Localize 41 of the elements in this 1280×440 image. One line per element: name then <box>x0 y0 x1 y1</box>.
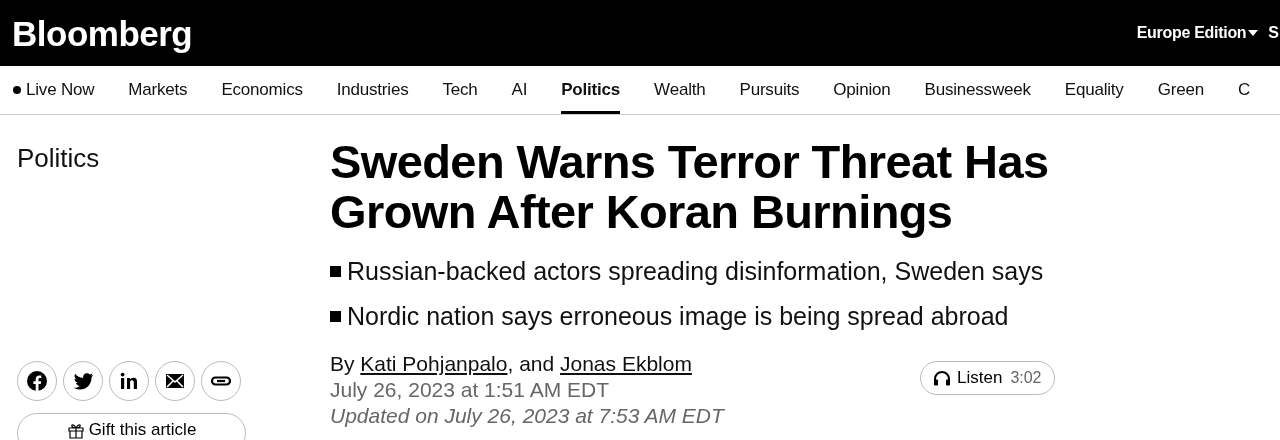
nav-link[interactable]: Opinion <box>833 66 891 114</box>
logo[interactable]: Bloomberg <box>12 15 193 51</box>
nav-link[interactable]: Wealth <box>654 66 706 114</box>
gift-article-button[interactable]: Gift this article <box>17 413 246 440</box>
listen-duration: 3:02 <box>1010 369 1042 387</box>
headphones-icon <box>933 370 951 386</box>
bullet-icon <box>330 266 341 277</box>
nav-link[interactable]: C <box>1237 66 1250 114</box>
nav-link[interactable]: Economics <box>221 66 303 114</box>
live-dot-icon <box>13 86 21 94</box>
linkedin-share-button[interactable] <box>109 361 149 401</box>
author-link[interactable]: Kati Pohjanpalo <box>360 352 508 375</box>
section-title[interactable]: Politics <box>17 143 330 174</box>
summary-bullet: Nordic nation says erroneous image is being spread abroad <box>347 302 1009 331</box>
listen-button[interactable]: Listen 3:02 <box>920 361 1055 395</box>
gift-icon <box>66 421 85 439</box>
publish-date: July 26, 2023 at 1:51 AM EDT <box>330 377 610 403</box>
nav-link[interactable]: AI <box>511 66 528 114</box>
summary-bullet: Russian-backed actors spreading disinformation, Sweden says <box>347 257 1044 286</box>
nav-link[interactable]: Green <box>1157 66 1204 114</box>
nav-link[interactable]: Tech <box>442 66 478 114</box>
nav-link[interactable]: Live Now <box>13 66 95 114</box>
nav-link[interactable]: Businessweek <box>924 66 1031 114</box>
link-share-button[interactable] <box>201 361 241 401</box>
author-link[interactable]: Jonas Ekblom <box>560 352 692 375</box>
nav-link[interactable]: Industries <box>336 66 409 114</box>
bird-share-button[interactable] <box>63 361 103 401</box>
nav-link[interactable]: Markets <box>128 66 188 114</box>
byline: By Kati Pohjanpalo, and Jonas Ekblom <box>330 351 693 377</box>
envelope-share-button[interactable] <box>155 361 195 401</box>
nav-link[interactable]: Equality <box>1064 66 1124 114</box>
facebook-icon <box>25 369 49 393</box>
edition-dropdown[interactable]: Europe Edition <box>1136 24 1259 42</box>
bullet-icon <box>330 311 341 322</box>
facebook-share-button[interactable] <box>17 361 57 401</box>
updated-date: Updated on July 26, 2023 at 7:53 AM EDT <box>330 403 726 429</box>
caret-icon <box>1248 30 1259 36</box>
header-link[interactable]: S <box>1268 24 1279 42</box>
headline: Sweden Warns Terror Threat Has Grown After Koran Burnings <box>330 137 1050 237</box>
nav-link[interactable]: Politics <box>561 66 621 114</box>
nav-link[interactable]: Pursuits <box>739 66 800 114</box>
